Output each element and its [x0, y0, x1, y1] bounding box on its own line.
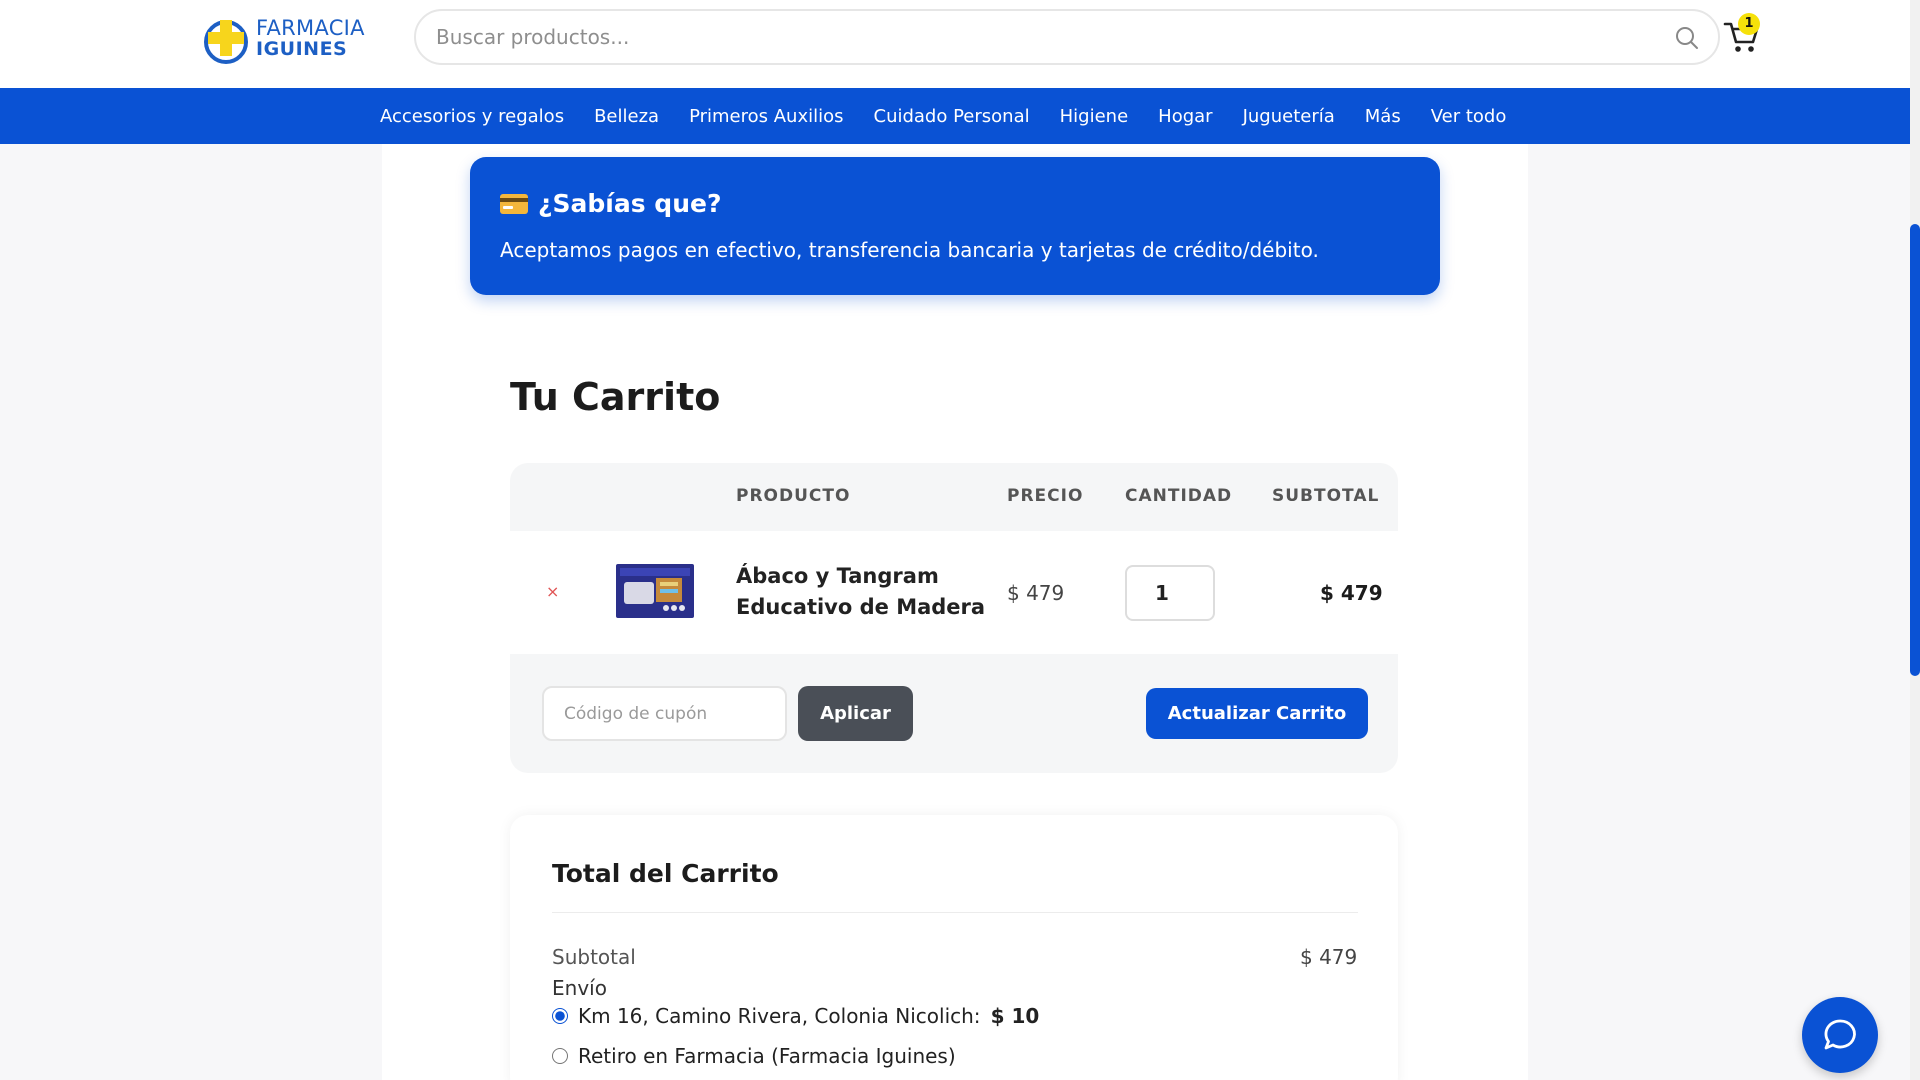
- shipping-radio-pickup[interactable]: [552, 1048, 568, 1064]
- shipping-label: Envío: [552, 976, 607, 1000]
- quantity-input[interactable]: [1125, 565, 1215, 621]
- column-header-subtotal: SUBTOTAL: [1272, 486, 1380, 506]
- page-title: Tu Carrito: [510, 375, 721, 419]
- shipping-radio-delivery[interactable]: [552, 1008, 568, 1024]
- shipping-option-label: Retiro en Farmacia (Farmacia Iguines): [578, 1044, 956, 1068]
- nav-item-higiene[interactable]: Higiene: [1060, 106, 1129, 127]
- nav-item-belleza[interactable]: Belleza: [594, 106, 659, 127]
- nav-item-hogar[interactable]: Hogar: [1158, 106, 1212, 127]
- column-header-product: PRODUCTO: [736, 486, 851, 506]
- cart-count-badge: 1: [1738, 13, 1760, 35]
- site-header: FARMACIA IGUINES 1: [0, 0, 1910, 88]
- search-input[interactable]: [436, 11, 1636, 63]
- logo-text-top: FARMACIA: [256, 16, 365, 40]
- column-header-quantity: CANTIDAD: [1125, 486, 1233, 506]
- credit-card-icon: [500, 193, 528, 214]
- shipping-option-pickup[interactable]: Retiro en Farmacia (Farmacia Iguines): [552, 1044, 956, 1068]
- info-banner: ¿Sabías que? Aceptamos pagos en efectivo…: [470, 157, 1440, 295]
- category-nav: Accesorios y regalos Belleza Primeros Au…: [0, 88, 1910, 144]
- logo-cross-icon: [204, 20, 248, 64]
- product-thumbnail[interactable]: [616, 564, 694, 618]
- nav-item-cuidado-personal[interactable]: Cuidado Personal: [874, 106, 1030, 127]
- remove-item-button[interactable]: ×: [546, 582, 559, 601]
- chat-button[interactable]: [1802, 997, 1878, 1073]
- product-price: $ 479: [1007, 581, 1065, 605]
- coupon-input[interactable]: [542, 686, 787, 741]
- nav-item-mas[interactable]: Más: [1365, 106, 1401, 127]
- shipping-option-price: $ 10: [990, 1004, 1040, 1028]
- shipping-option-delivery[interactable]: Km 16, Camino Rivera, Colonia Nicolich: …: [552, 1004, 1039, 1028]
- nav-item-jugueteria[interactable]: Juguetería: [1243, 106, 1335, 127]
- scrollbar-thumb[interactable]: [1910, 224, 1920, 676]
- nav-item-accesorios[interactable]: Accesorios y regalos: [380, 106, 564, 127]
- divider: [552, 912, 1358, 913]
- subtotal-value: $ 479: [1300, 945, 1358, 969]
- logo-text-bottom: IGUINES: [256, 38, 348, 60]
- cart-totals-title: Total del Carrito: [552, 859, 779, 888]
- search-icon[interactable]: [1674, 25, 1700, 51]
- info-banner-title-row: ¿Sabías que?: [500, 189, 721, 218]
- logo[interactable]: FARMACIA IGUINES: [202, 14, 372, 64]
- product-name[interactable]: Ábaco y Tangram Educativo de Madera: [736, 561, 986, 623]
- product-subtotal: $ 479: [1320, 581, 1383, 605]
- info-banner-title: ¿Sabías que?: [538, 189, 722, 218]
- apply-coupon-button[interactable]: Aplicar: [798, 686, 913, 741]
- nav-item-primeros-auxilios[interactable]: Primeros Auxilios: [689, 106, 843, 127]
- update-cart-button[interactable]: Actualizar Carrito: [1146, 688, 1368, 739]
- nav-item-ver-todo[interactable]: Ver todo: [1431, 106, 1507, 127]
- shipping-option-label: Km 16, Camino Rivera, Colonia Nicolich:: [578, 1004, 981, 1028]
- cart-totals-panel: [510, 815, 1398, 1080]
- chat-icon: [1824, 1019, 1856, 1050]
- search-bar: [414, 9, 1720, 65]
- column-header-price: PRECIO: [1007, 486, 1084, 506]
- subtotal-label: Subtotal: [552, 945, 636, 969]
- info-banner-text: Aceptamos pagos en efectivo, transferenc…: [500, 238, 1319, 262]
